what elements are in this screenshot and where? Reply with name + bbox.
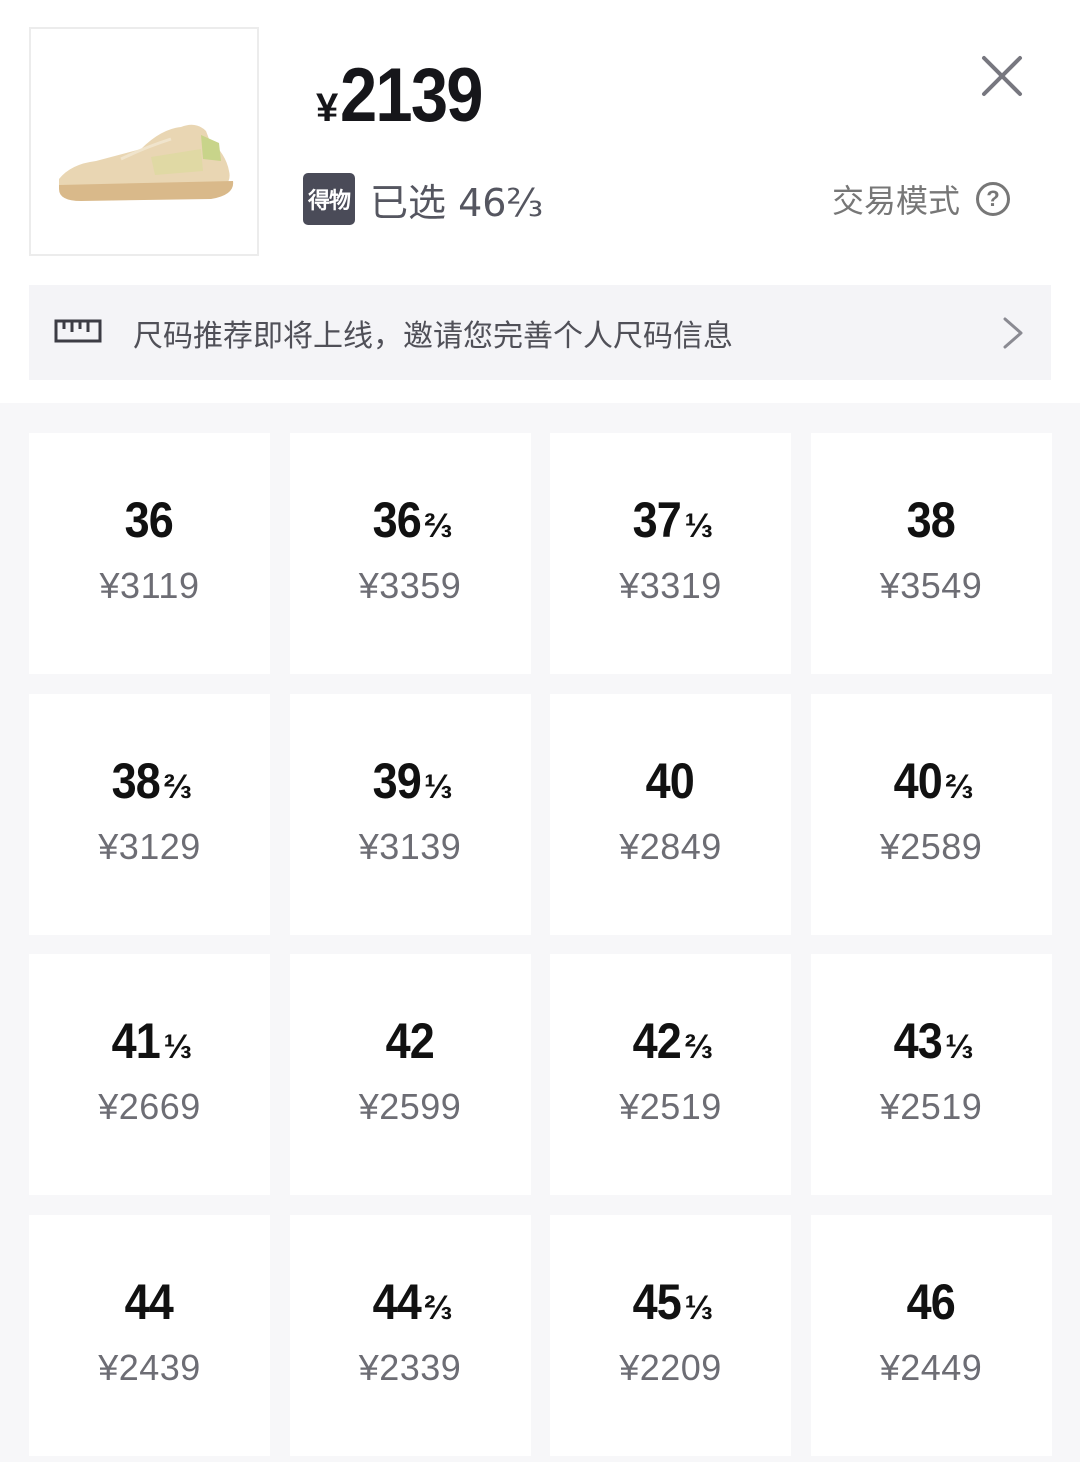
size-option-cell[interactable]: 39 ⅓ ¥3139 [289,693,531,935]
selected-size-label: 已选 46⅔ [370,181,544,225]
size-option-cell[interactable]: 38 ¥3549 [810,433,1052,674]
brand-badge: 得物 [303,173,355,225]
size-price: ¥3129 [98,825,201,867]
size-option-cell[interactable]: 43 ⅓ ¥2519 [810,954,1052,1195]
size-whole: 42 [632,1013,682,1069]
size-whole: 38 [111,752,161,809]
size-price: ¥2519 [879,1086,983,1127]
size-label: 44 [122,1273,177,1330]
size-label: 41 ⅓ [109,1012,192,1069]
size-whole: 39 [372,752,421,809]
size-label: 36 [122,491,177,548]
size-label: 44 ⅔ [370,1273,452,1330]
size-option-cell[interactable]: 46 ¥2449 [810,1214,1052,1456]
size-price: ¥2339 [358,1346,462,1388]
size-option-cell[interactable]: 42 ¥2599 [289,954,531,1195]
size-fraction: ⅓ [684,1288,713,1327]
trade-mode-link[interactable]: 交易模式 ? [832,176,1011,222]
size-whole: 40 [645,752,695,809]
size-price: ¥2209 [619,1346,722,1388]
size-label: 37 ⅓ [630,491,713,548]
size-whole: 36 [124,492,174,548]
size-option-cell[interactable]: 45 ⅓ ¥2209 [550,1214,791,1456]
size-price: ¥2449 [879,1346,983,1388]
size-fraction: ⅓ [163,1028,192,1066]
size-price: ¥3549 [879,565,983,606]
size-whole: 45 [632,1273,682,1330]
size-label: 38 ⅔ [109,752,192,809]
size-whole: 41 [111,1013,161,1069]
size-whole: 43 [893,1013,942,1069]
size-option-cell[interactable]: 44 ⅔ ¥2339 [289,1214,531,1456]
size-label: 42 ⅔ [630,1012,713,1069]
size-price: ¥2669 [98,1086,201,1127]
size-label: 39 ⅓ [370,752,452,809]
size-whole: 44 [124,1273,174,1330]
size-fraction: ⅓ [945,1028,973,1066]
size-whole: 42 [385,1013,434,1069]
size-fraction: ⅔ [684,1028,713,1066]
size-label: 42 [383,1012,438,1069]
size-label: 43 ⅓ [891,1012,973,1069]
size-price: ¥3139 [358,825,462,867]
size-label: 38 [904,491,959,548]
size-price: ¥2589 [879,825,983,867]
size-fraction: ⅓ [424,767,452,806]
size-price: ¥3319 [619,565,722,606]
size-grid: 36 ¥3119 36 ⅔ ¥3359 37 ⅓ ¥3319 38 ¥3549 38… [29,433,1052,1456]
close-icon[interactable] [978,52,1026,100]
product-thumbnail [29,27,259,256]
size-price: ¥2599 [358,1086,462,1127]
size-recommendation-banner[interactable]: 尺码推荐即将上线，邀请您完善个人尺码信息 [29,285,1051,380]
banner-text: 尺码推荐即将上线，邀请您完善个人尺码信息 [133,319,733,354]
size-option-cell[interactable]: 42 ⅔ ¥2519 [550,954,791,1195]
sneaker-image [59,124,234,201]
size-whole: 37 [632,492,682,548]
question-circle-icon[interactable]: ? [976,182,1011,216]
size-fraction: ⅓ [684,507,713,545]
ruler-icon [54,319,102,343]
size-label: 36 ⅔ [370,491,452,548]
size-label: 46 [904,1273,959,1330]
size-fraction: ⅔ [424,1288,452,1327]
current-price: ¥ 2139 [316,52,501,138]
currency-symbol: ¥ [316,86,339,130]
size-option-cell[interactable]: 40 ¥2849 [550,693,791,935]
size-whole: 44 [372,1273,421,1330]
size-fraction: ⅔ [424,507,452,545]
size-price: ¥2439 [98,1346,201,1388]
size-label: 40 [643,752,698,809]
size-option-cell[interactable]: 37 ⅓ ¥3319 [550,433,791,674]
size-price: ¥3359 [358,565,462,606]
size-option-cell[interactable]: 38 ⅔ ¥3129 [29,693,270,935]
size-whole: 46 [906,1273,955,1330]
size-price: ¥2519 [619,1086,722,1127]
chevron-right-icon [1003,317,1023,349]
size-label: 40 ⅔ [891,752,973,809]
size-option-cell[interactable]: 40 ⅔ ¥2589 [810,693,1052,935]
size-price: ¥2849 [619,825,722,867]
size-option-cell[interactable]: 44 ¥2439 [29,1214,270,1456]
size-fraction: ⅔ [945,767,973,806]
size-whole: 38 [906,492,955,548]
size-price: ¥3119 [99,565,200,606]
size-label: 45 ⅓ [630,1273,713,1330]
size-option-cell[interactable]: 36 ¥3119 [29,433,270,674]
size-option-cell[interactable]: 36 ⅔ ¥3359 [289,433,531,674]
trade-mode-label: 交易模式 [832,182,961,220]
size-whole: 36 [372,492,421,548]
size-option-cell[interactable]: 41 ⅓ ¥2669 [29,954,270,1195]
size-fraction: ⅔ [163,767,192,806]
price-amount: 2139 [340,53,484,138]
size-whole: 40 [893,752,942,809]
